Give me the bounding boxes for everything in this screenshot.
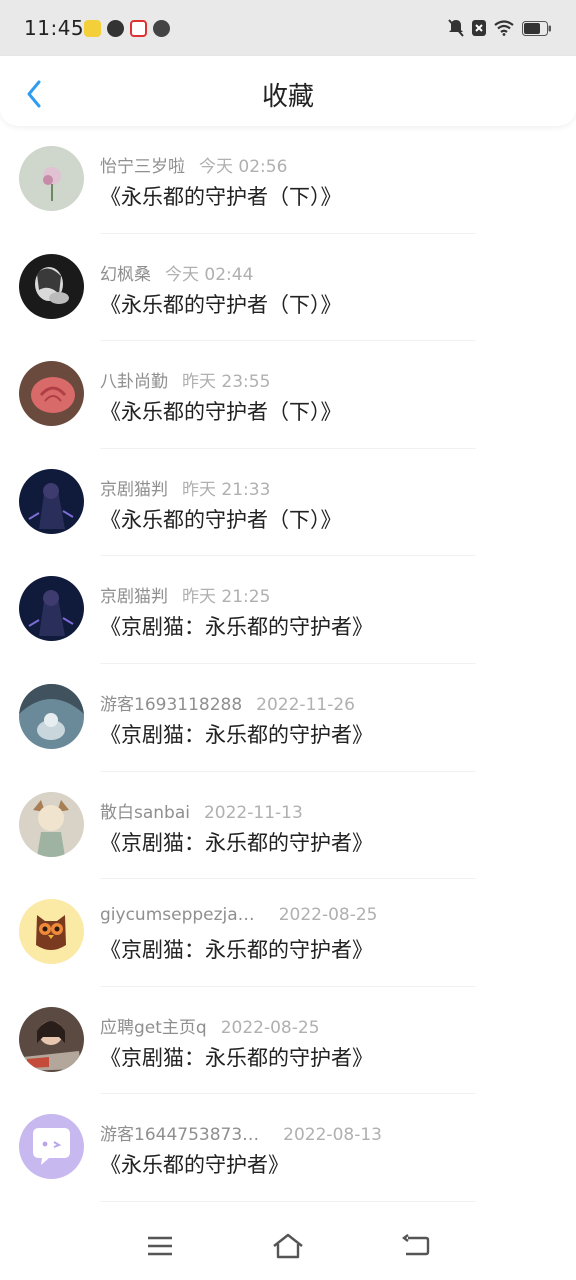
item-meta: 八卦尚勤 昨天 23:55	[100, 367, 270, 392]
list-item[interactable]: giycumseppezja… 2022-08-25 《京剧猫：永乐都的守护者》	[0, 879, 576, 987]
item-meta: 幻枫桑 今天 02:44	[100, 260, 253, 285]
item-meta: 怡宁三岁啦 今天 02:56	[100, 152, 287, 177]
story-title: 《京剧猫：永乐都的守护者》	[100, 830, 373, 855]
timestamp: 2022-08-13	[283, 1125, 382, 1146]
item-meta: 京剧猫判 昨天 21:33	[100, 475, 270, 500]
system-icons	[448, 19, 552, 37]
avatar[interactable]	[19, 468, 84, 534]
username: 游客1693118288	[100, 694, 243, 715]
avatar[interactable]	[19, 683, 84, 749]
story-title: 《京剧猫：永乐都的守护者》	[100, 1045, 373, 1070]
timestamp: 2022-11-26	[256, 694, 355, 715]
avatar[interactable]	[19, 576, 84, 642]
username: 游客1644753873…	[100, 1125, 260, 1146]
wifi-icon	[494, 20, 514, 36]
home-icon	[273, 1233, 303, 1259]
avatar[interactable]	[19, 899, 84, 965]
timer-icon	[107, 20, 124, 37]
favorites-list: 怡宁三岁啦 今天 02:56 《永乐都的守护者（下）》 幻枫桑 今天 02:44 《…	[0, 126, 576, 1202]
list-item[interactable]: 应聘get主页q 2022-08-25 《京剧猫：永乐都的守护者》	[0, 987, 576, 1095]
item-meta: 游客1644753873… 2022-08-13	[100, 1120, 382, 1145]
username: 京剧猫判	[100, 479, 168, 500]
list-item[interactable]: 游客1693118288 2022-11-26 《京剧猫：永乐都的守护者》	[0, 664, 576, 772]
list-item[interactable]: 八卦尚勤 昨天 23:55 《永乐都的守护者（下）》	[0, 341, 576, 449]
username: giycumseppezja…	[100, 905, 255, 926]
notification-icons	[84, 20, 170, 37]
item-meta: 应聘get主页q 2022-08-25	[100, 1013, 320, 1038]
list-item[interactable]: 怡宁三岁啦 今天 02:56 《永乐都的守护者（下）》	[0, 126, 576, 234]
item-meta: 京剧猫判 昨天 21:25	[100, 582, 270, 607]
battery-icon	[522, 20, 551, 36]
username: 京剧猫判	[100, 587, 168, 608]
username: 八卦尚勤	[100, 372, 168, 393]
divider	[100, 1200, 476, 1202]
story-title: 《京剧猫：永乐都的守护者》	[100, 615, 373, 640]
story-title: 《京剧猫：永乐都的守护者》	[100, 722, 373, 747]
list-item[interactable]: 京剧猫判 昨天 21:25 《京剧猫：永乐都的守护者》	[0, 556, 576, 664]
story-title: 《京剧猫：永乐都的守护者》	[100, 938, 373, 963]
story-title: 《永乐都的守护者（下）》	[100, 507, 342, 532]
avatar[interactable]	[19, 361, 84, 427]
avatar[interactable]	[19, 253, 84, 319]
item-meta: 散白sanbai 2022-11-13	[100, 798, 303, 823]
news-icon	[130, 20, 147, 37]
username: 幻枫桑	[100, 264, 151, 285]
back-nav-button[interactable]	[398, 1230, 434, 1262]
timestamp: 2022-08-25	[220, 1017, 320, 1038]
username: 应聘get主页q	[100, 1017, 207, 1038]
timestamp: 今天 02:56	[199, 157, 288, 177]
timestamp: 2022-08-25	[278, 905, 378, 926]
page-title: 收藏	[261, 82, 314, 112]
timestamp: 昨天 21:33	[182, 479, 271, 500]
story-title: 《永乐都的守护者（下）》	[100, 185, 342, 209]
list-item[interactable]: 游客1644753873… 2022-08-13 《永乐都的守护者》	[0, 1094, 576, 1202]
menu-icon	[148, 1236, 172, 1256]
item-meta: giycumseppezja… 2022-08-25	[100, 905, 377, 925]
mute-icon	[448, 19, 464, 37]
status-time: 11:45	[24, 16, 85, 40]
list-item[interactable]: 散白sanbai 2022-11-13 《京剧猫：永乐都的守护者》	[0, 772, 576, 880]
story-title: 《永乐都的守护者》	[100, 1153, 289, 1178]
username: 散白sanbai	[100, 802, 190, 823]
status-bar: 11:45	[0, 0, 576, 56]
cat-icon	[153, 20, 170, 37]
avatar[interactable]	[19, 146, 84, 211]
home-button[interactable]	[270, 1230, 306, 1262]
timestamp: 2022-11-13	[203, 802, 303, 823]
back-icon	[402, 1234, 430, 1256]
story-title: 《永乐都的守护者（下）》	[100, 400, 342, 425]
system-navbar	[0, 1210, 576, 1280]
story-title: 《永乐都的守护者（下）》	[100, 292, 342, 317]
avatar[interactable]	[19, 791, 84, 857]
list-item[interactable]: 幻枫桑 今天 02:44 《永乐都的守护者（下）》	[0, 234, 576, 342]
close-box-icon	[472, 20, 486, 36]
app-icon-yellow-icon	[84, 20, 101, 37]
header: 收藏	[0, 56, 576, 126]
menu-button[interactable]	[142, 1230, 178, 1262]
timestamp: 今天 02:44	[165, 264, 254, 285]
timestamp: 昨天 21:25	[182, 587, 271, 608]
item-meta: 游客1693118288 2022-11-26	[100, 690, 355, 715]
username: 怡宁三岁啦	[100, 157, 185, 177]
avatar[interactable]	[19, 1114, 84, 1180]
avatar[interactable]	[19, 1006, 84, 1072]
timestamp: 昨天 23:55	[182, 372, 271, 393]
list-item[interactable]: 京剧猫判 昨天 21:33 《永乐都的守护者（下）》	[0, 449, 576, 557]
